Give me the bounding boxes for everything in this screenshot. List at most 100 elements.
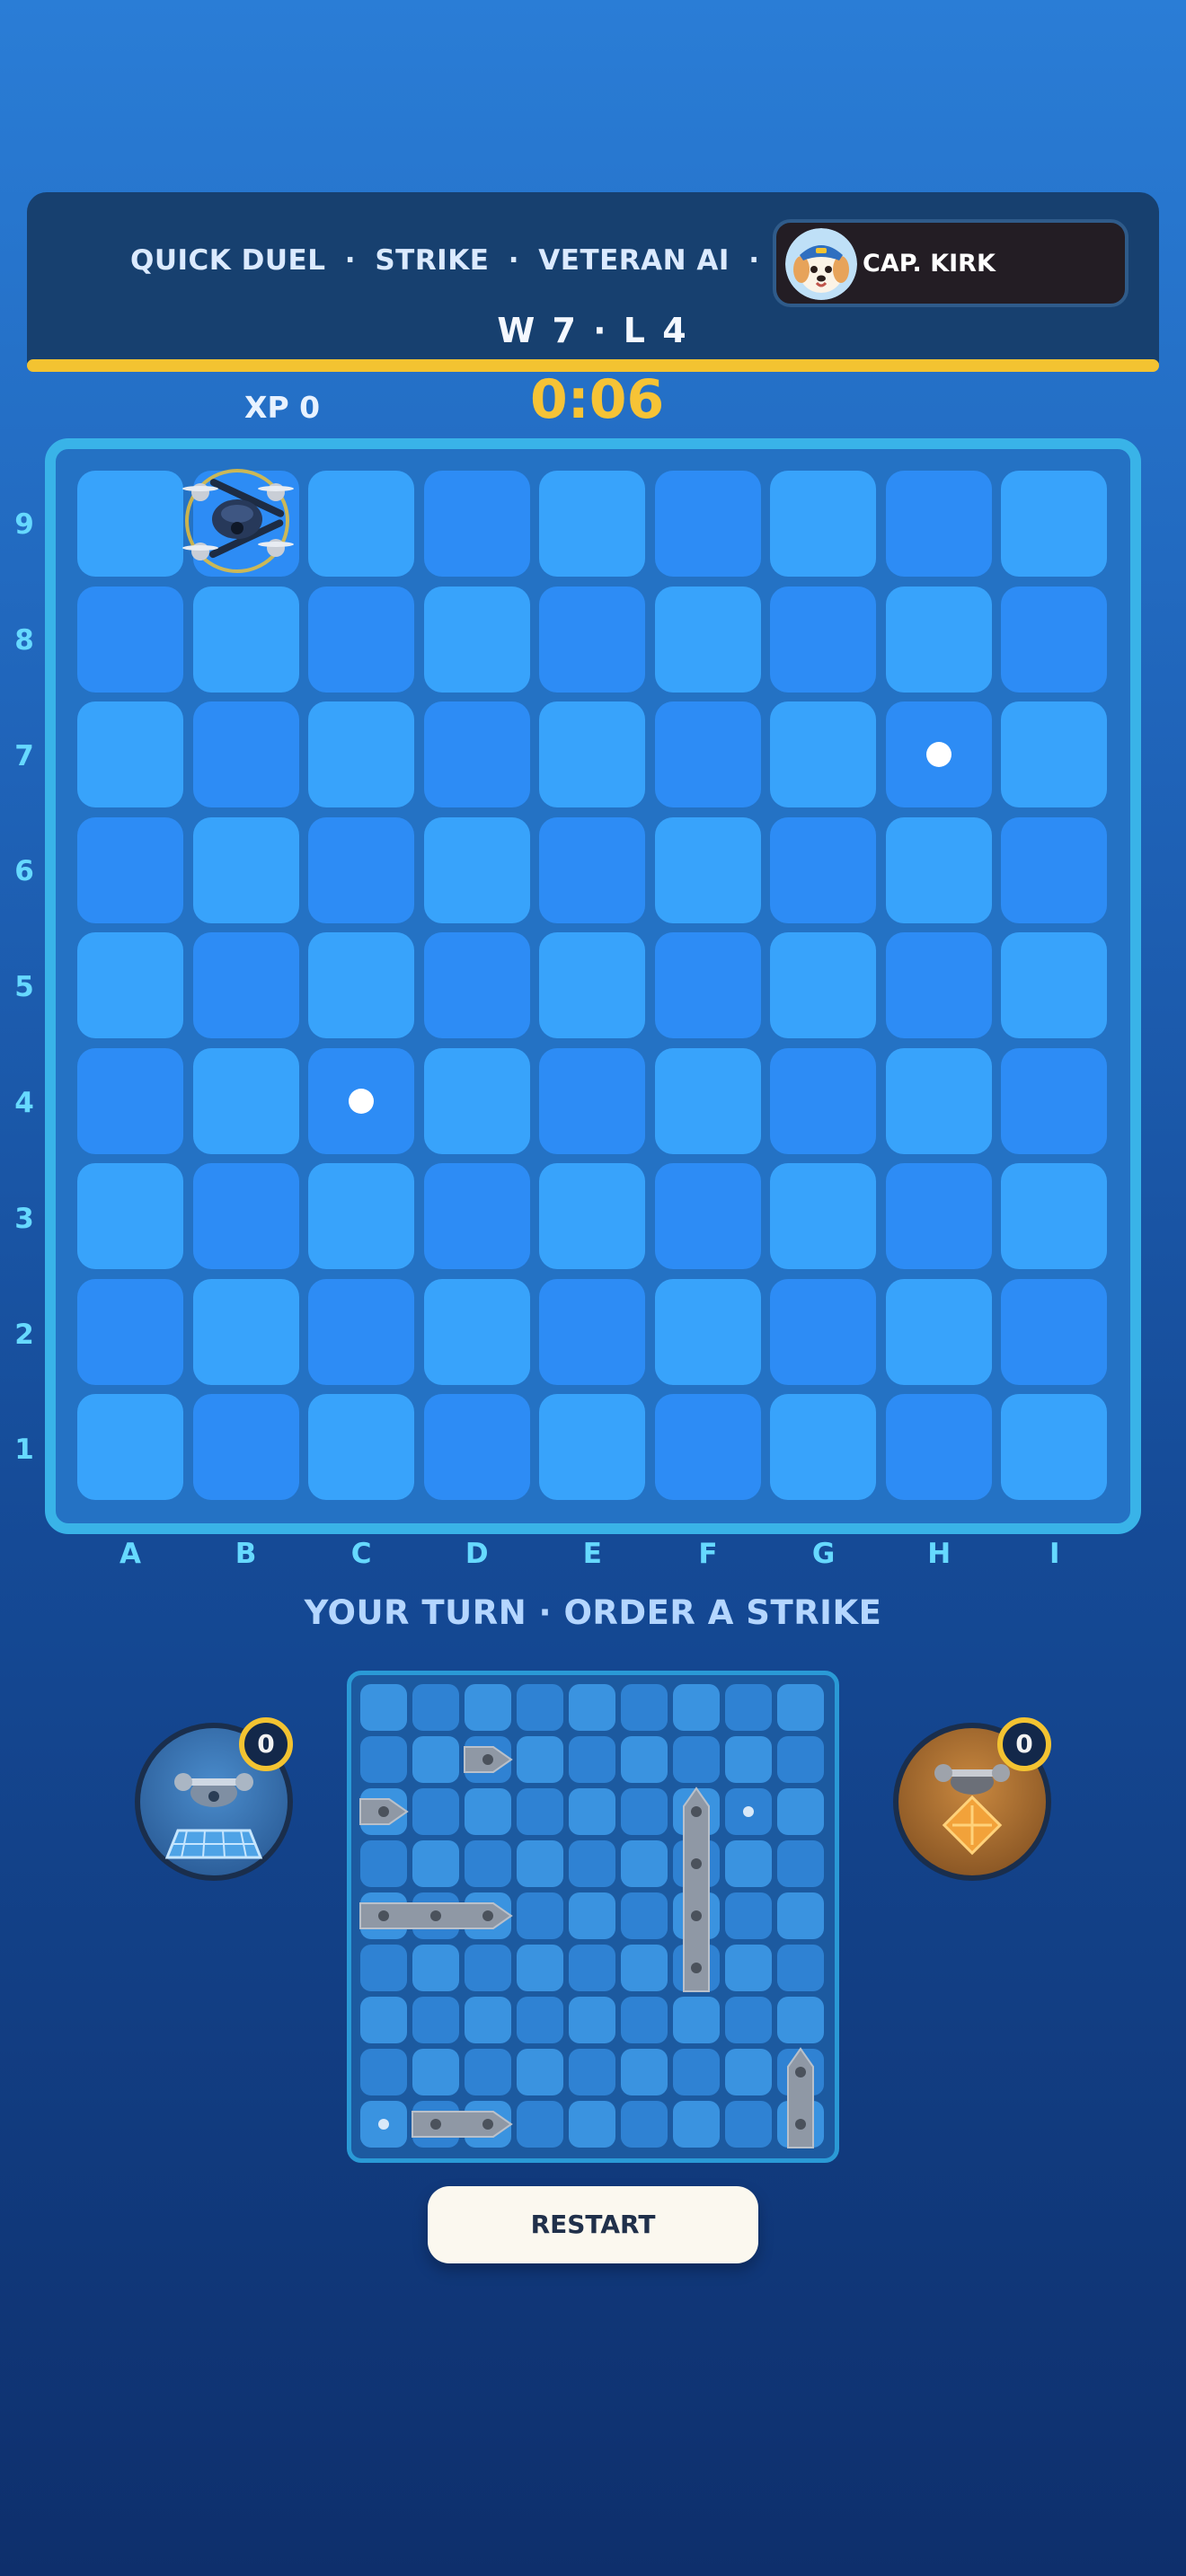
board-cell-F4[interactable] [654, 1047, 761, 1154]
board-cell-A7[interactable] [77, 701, 183, 807]
board-cell-G1[interactable] [770, 1394, 876, 1500]
row-label: 2 [14, 1318, 34, 1351]
board-cell-G2[interactable] [770, 1278, 876, 1385]
board-cell-A3[interactable] [77, 1163, 183, 1269]
board-cell-I6[interactable] [1001, 816, 1107, 923]
board-cell-F3[interactable] [654, 1163, 761, 1269]
board-cell-C6[interactable] [308, 816, 414, 923]
board-cell-B4[interactable] [192, 1047, 299, 1154]
board-cell-G3[interactable] [770, 1163, 876, 1269]
row-label: 4 [14, 1087, 34, 1119]
board-cell-F5[interactable] [654, 932, 761, 1038]
row-label: 7 [14, 739, 34, 772]
board-cell-E1[interactable] [539, 1394, 645, 1500]
board-cell-H2[interactable] [885, 1278, 992, 1385]
board-cell-B8[interactable] [192, 586, 299, 693]
board-cell-G9[interactable] [770, 471, 876, 577]
board-cell-G8[interactable] [770, 586, 876, 693]
board-cell-E8[interactable] [539, 586, 645, 693]
board-cell-D7[interactable] [423, 701, 530, 807]
target-board [45, 438, 1141, 1534]
board-cell-B5[interactable] [192, 932, 299, 1038]
player-card[interactable]: CAP. KIRK [773, 219, 1128, 307]
board-cell-I9[interactable] [1001, 471, 1107, 577]
board-cell-C3[interactable] [308, 1163, 414, 1269]
mode-label: QUICK DUEL [130, 244, 326, 277]
board-cell-A4[interactable] [77, 1047, 183, 1154]
board-cell-H3[interactable] [885, 1163, 992, 1269]
board-cell-G4[interactable] [770, 1047, 876, 1154]
board-cell-C8[interactable] [308, 586, 414, 693]
row-label: 1 [14, 1434, 34, 1467]
column-label: C [350, 1538, 372, 1570]
board-cell-I3[interactable] [1001, 1163, 1107, 1269]
row-label: 6 [14, 855, 34, 888]
board-cell-B3[interactable] [192, 1163, 299, 1269]
board-cell-I5[interactable] [1001, 932, 1107, 1038]
board-cell-B6[interactable] [192, 816, 299, 923]
restart-button[interactable]: RESTART [428, 2186, 758, 2263]
xp-counter: XP 0 [244, 390, 321, 425]
board-cell-C1[interactable] [308, 1394, 414, 1500]
column-label: D [465, 1538, 489, 1570]
board-cell-I4[interactable] [1001, 1047, 1107, 1154]
column-label: B [235, 1538, 257, 1570]
board-cell-D1[interactable] [423, 1394, 530, 1500]
board-cell-C7[interactable] [308, 701, 414, 807]
board-cell-I8[interactable] [1001, 586, 1107, 693]
board-cell-F8[interactable] [654, 586, 761, 693]
battleship-ship [683, 1786, 710, 1992]
board-cell-H1[interactable] [885, 1394, 992, 1500]
board-cell-A8[interactable] [77, 586, 183, 693]
board-cell-B7[interactable] [192, 701, 299, 807]
board-cell-F9[interactable] [654, 471, 761, 577]
board-cell-A5[interactable] [77, 932, 183, 1038]
board-cell-D2[interactable] [423, 1278, 530, 1385]
board-cell-C2[interactable] [308, 1278, 414, 1385]
board-cell-D6[interactable] [423, 816, 530, 923]
board-cell-G6[interactable] [770, 816, 876, 923]
board-cell-E5[interactable] [539, 932, 645, 1038]
board-cell-B2[interactable] [192, 1278, 299, 1385]
board-cell-D4[interactable] [423, 1047, 530, 1154]
board-cell-A2[interactable] [77, 1278, 183, 1385]
board-cell-E3[interactable] [539, 1163, 645, 1269]
board-cell-D8[interactable] [423, 586, 530, 693]
board-cell-I1[interactable] [1001, 1394, 1107, 1500]
board-cell-F6[interactable] [654, 816, 761, 923]
radar-powerup-count: 0 [239, 1717, 293, 1771]
board-cell-H9[interactable] [885, 471, 992, 577]
board-cell-D5[interactable] [423, 932, 530, 1038]
board-cell-A9[interactable] [77, 471, 183, 577]
board-cell-D9[interactable] [423, 471, 530, 577]
board-cell-F7[interactable] [654, 701, 761, 807]
board-cell-I2[interactable] [1001, 1278, 1107, 1385]
board-cell-H7[interactable] [885, 701, 992, 807]
board-cell-H4[interactable] [885, 1047, 992, 1154]
board-cell-E4[interactable] [539, 1047, 645, 1154]
board-cell-C5[interactable] [308, 932, 414, 1038]
destroyer-ship [412, 2111, 513, 2138]
board-cell-I7[interactable] [1001, 701, 1107, 807]
board-cell-E2[interactable] [539, 1278, 645, 1385]
board-cell-A6[interactable] [77, 816, 183, 923]
board-cell-G7[interactable] [770, 701, 876, 807]
board-cell-G5[interactable] [770, 932, 876, 1038]
board-cell-H5[interactable] [885, 932, 992, 1038]
board-cell-H8[interactable] [885, 586, 992, 693]
board-cell-E6[interactable] [539, 816, 645, 923]
board-cell-E9[interactable] [539, 471, 645, 577]
miss-marker [925, 742, 951, 767]
board-cell-H6[interactable] [885, 816, 992, 923]
board-cell-F1[interactable] [654, 1394, 761, 1500]
board-cell-D3[interactable] [423, 1163, 530, 1269]
difficulty-label: VETERAN AI [538, 244, 730, 277]
board-cell-F2[interactable] [654, 1278, 761, 1385]
turn-status: YOUR TURN · ORDER A STRIKE [304, 1593, 882, 1632]
board-cell-E7[interactable] [539, 701, 645, 807]
board-cell-B1[interactable] [192, 1394, 299, 1500]
board-cell-C4[interactable] [308, 1047, 414, 1154]
board-cell-B9[interactable] [181, 469, 299, 577]
board-cell-A1[interactable] [77, 1394, 183, 1500]
board-cell-C9[interactable] [308, 471, 414, 577]
